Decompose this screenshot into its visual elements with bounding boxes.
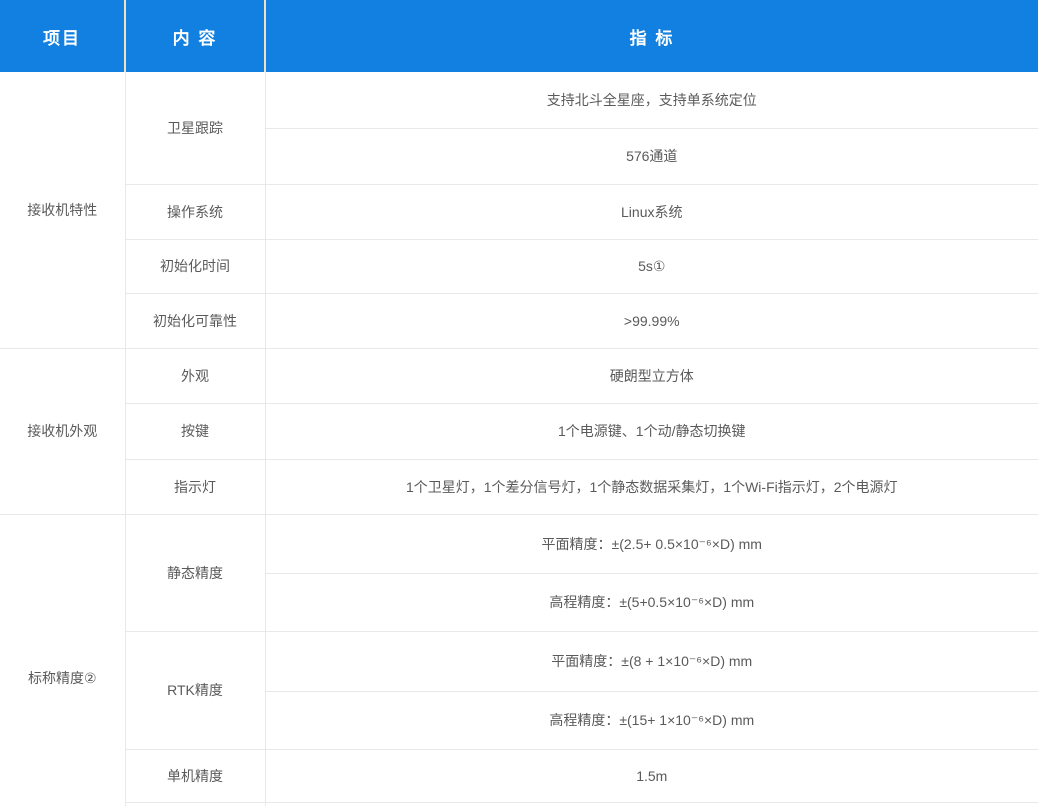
table-row: 指示灯 1个卫星灯，1个差分信号灯，1个静态数据采集灯，1个Wi-Fi指示灯，2…: [0, 459, 1038, 514]
spec-cell-init-reliability: >99.99%: [265, 293, 1038, 348]
spec-cell-appearance: 硬朗型立方体: [265, 348, 1038, 403]
table-row: 操作系统 Linux系统: [0, 184, 1038, 239]
spec-cell-constellation-support: 支持北斗全星座，支持单系统定位: [265, 72, 1038, 128]
header-cell-content: 内 容: [125, 0, 265, 72]
group-cell-nominal-accuracy: 标称精度②: [0, 514, 125, 806]
spec-table: 项目 内 容 指 标 接收机特性 卫星跟踪 支持北斗全星座，支持单系统定位 57…: [0, 0, 1038, 806]
content-cell-buttons: 按键: [125, 403, 265, 459]
table-row-clipped: [0, 802, 1038, 806]
content-cell-init-reliability: 初始化可靠性: [125, 293, 265, 348]
spec-cell-static-plane: 平面精度：±(2.5+ 0.5×10⁻⁶×D) mm: [265, 514, 1038, 573]
table-header-row: 项目 内 容 指 标: [0, 0, 1038, 72]
content-cell-init-time: 初始化时间: [125, 239, 265, 293]
spec-cell-rtk-plane: 平面精度：±(8 + 1×10⁻⁶×D) mm: [265, 631, 1038, 691]
spec-page: 项目 内 容 指 标 接收机特性 卫星跟踪 支持北斗全星座，支持单系统定位 57…: [0, 0, 1038, 806]
table-row: 接收机特性 卫星跟踪 支持北斗全星座，支持单系统定位: [0, 72, 1038, 128]
table-row: 初始化时间 5s①: [0, 239, 1038, 293]
content-cell-appearance: 外观: [125, 348, 265, 403]
table-row: 标称精度② 静态精度 平面精度：±(2.5+ 0.5×10⁻⁶×D) mm: [0, 514, 1038, 573]
spec-cell-os: Linux系统: [265, 184, 1038, 239]
table-row: 按键 1个电源键、1个动/静态切换键: [0, 403, 1038, 459]
content-cell-clipped: [125, 802, 265, 806]
group-cell-receiver-features: 接收机特性: [0, 72, 125, 348]
spec-cell-indicator-lights: 1个卫星灯，1个差分信号灯，1个静态数据采集灯，1个Wi-Fi指示灯，2个电源灯: [265, 459, 1038, 514]
spec-cell-clipped: [265, 802, 1038, 806]
spec-cell-rtk-height: 高程精度：±(15+ 1×10⁻⁶×D) mm: [265, 691, 1038, 749]
spec-cell-init-time: 5s①: [265, 239, 1038, 293]
spec-cell-channels: 576通道: [265, 128, 1038, 184]
spec-cell-static-height: 高程精度：±(5+0.5×10⁻⁶×D) mm: [265, 573, 1038, 631]
table-row: RTK精度 平面精度：±(8 + 1×10⁻⁶×D) mm: [0, 631, 1038, 691]
content-cell-standalone-accuracy: 单机精度: [125, 749, 265, 802]
spec-cell-standalone-accuracy: 1.5m: [265, 749, 1038, 802]
header-cell-item: 项目: [0, 0, 125, 72]
table-row: 初始化可靠性 >99.99%: [0, 293, 1038, 348]
group-cell-receiver-appearance: 接收机外观: [0, 348, 125, 514]
spec-cell-buttons: 1个电源键、1个动/静态切换键: [265, 403, 1038, 459]
content-cell-os: 操作系统: [125, 184, 265, 239]
table-row: 单机精度 1.5m: [0, 749, 1038, 802]
content-cell-indicator-lights: 指示灯: [125, 459, 265, 514]
content-cell-satellite-tracking: 卫星跟踪: [125, 72, 265, 184]
table-row: 接收机外观 外观 硬朗型立方体: [0, 348, 1038, 403]
header-cell-spec: 指 标: [265, 0, 1038, 72]
content-cell-rtk-accuracy: RTK精度: [125, 631, 265, 749]
content-cell-static-accuracy: 静态精度: [125, 514, 265, 631]
